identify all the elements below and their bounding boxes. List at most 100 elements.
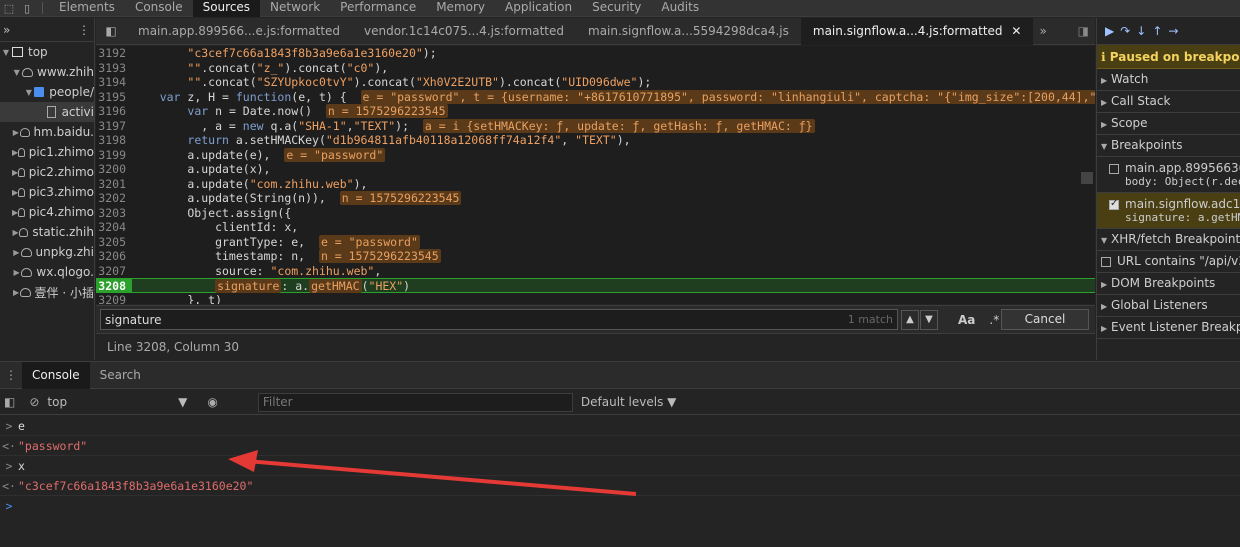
close-icon[interactable]: ✕ [1011, 24, 1021, 38]
line-number[interactable]: 3200 [96, 162, 132, 177]
code-line[interactable]: 3193 "".concat("z_").concat("c0"), [96, 61, 1095, 76]
code-line[interactable]: 3194 "".concat("SZYUpkoc0tvY").concat("X… [96, 75, 1095, 90]
code-line[interactable]: 3201 a.update("com.zhihu.web"), [96, 177, 1095, 192]
clear-console-icon[interactable]: ⊘ [29, 395, 39, 409]
line-number[interactable]: 3196 [96, 104, 132, 119]
tree-item[interactable]: activi [0, 102, 94, 122]
toggle-navigator-icon[interactable]: ◧ [96, 24, 126, 38]
tab-audits[interactable]: Audits [651, 0, 709, 17]
xhr-breakpoint-item[interactable]: URL contains "/api/v3/c [1097, 251, 1240, 273]
step-over-icon[interactable]: ↷ [1120, 24, 1130, 38]
editor-tab[interactable]: main.app.899566...e.js:formatted [126, 18, 352, 45]
code-line[interactable]: 3203 Object.assign({ [96, 206, 1095, 221]
tab-memory[interactable]: Memory [426, 0, 495, 17]
section-dom-breakpoints[interactable]: ▶ DOM Breakpoints [1097, 273, 1240, 295]
line-number[interactable]: 3203 [96, 206, 132, 221]
tree-item[interactable]: ▶ 壹伴 · 小插 [0, 282, 94, 302]
tree-item[interactable]: ▶ pic4.zhimo [0, 202, 94, 222]
code-line[interactable]: 3200 a.update(x), [96, 162, 1095, 177]
editor-tab-active[interactable]: main.signflow.a...4.js:formatted ✕ [800, 17, 1034, 45]
step-out-icon[interactable]: ↑ [1152, 24, 1162, 38]
toggle-debugger-icon[interactable]: ◨ [1078, 24, 1089, 38]
tree-item[interactable]: ▶ pic2.zhimo [0, 162, 94, 182]
tree-item[interactable]: ▶ unpkg.zhi [0, 242, 94, 262]
section-scope[interactable]: ▶ Scope [1097, 113, 1240, 135]
tree-item[interactable]: ▶ pic3.zhimo [0, 182, 94, 202]
step-into-icon[interactable]: ↓ [1136, 24, 1146, 38]
section-xhr-breakpoints[interactable]: ▼ XHR/fetch Breakpoints [1097, 229, 1240, 251]
tree-item[interactable]: ▼ top [0, 42, 94, 62]
drawer-tab-search[interactable]: Search [90, 362, 151, 389]
chevron-right-icon[interactable]: ▶ [12, 288, 20, 297]
code-line[interactable]: 3192 "c3cef7c66a1843f8b3a9e6a1e3160e20")… [96, 46, 1095, 61]
code-line[interactable]: 3195 var z, H = function(e, t) { e = "pa… [96, 89, 1095, 105]
code-line[interactable]: 3199 a.update(e), e = "password" [96, 147, 1095, 163]
section-global-listeners[interactable]: ▶ Global Listeners [1097, 295, 1240, 317]
drawer-menu-icon[interactable]: ⋮ [0, 368, 22, 382]
live-expression-eye-icon[interactable]: ◉ [207, 395, 217, 409]
code-line[interactable]: 3196 var n = Date.now() n = 157529622354… [96, 104, 1095, 119]
breakpoint-checkbox[interactable] [1109, 163, 1119, 174]
tree-item[interactable]: ▶ pic1.zhimo [0, 142, 94, 162]
breakpoint-item[interactable]: main.app.8995663608 body: Object(r.dec [1097, 157, 1240, 193]
tree-item[interactable]: ▼ people/ [0, 82, 94, 102]
chevron-down-icon[interactable]: ▼ [0, 48, 12, 57]
filter-input[interactable]: Filter [257, 392, 573, 412]
more-tabs-icon[interactable]: » [3, 23, 10, 37]
line-number[interactable]: 3209 [96, 293, 132, 305]
more-options-icon[interactable]: ⋮ [78, 23, 90, 37]
line-number[interactable]: 3201 [96, 177, 132, 192]
search-input[interactable]: signature 1 match [100, 309, 898, 330]
chevron-right-icon[interactable]: ▶ [12, 248, 21, 257]
resume-icon[interactable]: ▶ [1105, 24, 1114, 38]
breakpoint-checkbox[interactable] [1109, 198, 1119, 210]
code-line[interactable]: 3206 timestamp: n, n = 1575296223545 [96, 249, 1095, 264]
tab-elements[interactable]: Elements [49, 0, 125, 17]
line-number[interactable]: 3199 [96, 148, 132, 163]
section-call-stack[interactable]: ▶ Call Stack [1097, 91, 1240, 113]
line-number[interactable]: 3192 [96, 46, 132, 61]
tab-performance[interactable]: Performance [330, 0, 426, 17]
editor-tab[interactable]: vendor.1c14c075...4.js:formatted [352, 18, 576, 45]
line-number[interactable]: 3193 [96, 61, 132, 76]
next-match-button[interactable]: ▼ [920, 309, 938, 330]
cancel-button[interactable]: Cancel [1001, 309, 1089, 330]
code-line[interactable]: 3198 return a.setHMACKey("d1b964811afb40… [96, 133, 1095, 148]
chevron-down-icon[interactable]: ▼ [12, 68, 22, 77]
editor-tab[interactable]: main.signflow.a...5594298dca4.js [576, 18, 801, 45]
line-number[interactable]: 3195 [96, 90, 132, 105]
sidebar-toggle-icon[interactable]: ◧ [4, 395, 15, 409]
breakpoint-item-active[interactable]: main.signflow.adc1979 signature: a.getHM [1097, 193, 1240, 229]
previous-match-button[interactable]: ▲ [901, 309, 919, 330]
section-watch[interactable]: ▶ Watch [1097, 69, 1240, 91]
more-tabs-icon[interactable]: » [1033, 24, 1052, 38]
code-line[interactable]: 3207 source: "com.zhihu.web", [96, 264, 1095, 279]
code-line[interactable]: 3204 clientId: x, [96, 220, 1095, 235]
line-number[interactable]: 3207 [96, 264, 132, 279]
context-selector[interactable]: top ▼ [47, 395, 187, 409]
line-number[interactable]: 3208 [96, 279, 132, 293]
drawer-tab-console[interactable]: Console [22, 361, 90, 389]
line-number[interactable]: 3198 [96, 133, 132, 148]
line-number[interactable]: 3194 [96, 75, 132, 90]
editor-scrollbar[interactable] [1081, 172, 1093, 184]
log-levels-dropdown[interactable]: Default levels ▼ [581, 395, 677, 409]
line-number[interactable]: 3206 [96, 249, 132, 264]
chevron-down-icon[interactable]: ▼ [24, 88, 34, 97]
tab-application[interactable]: Application [495, 0, 582, 17]
tree-item[interactable]: ▼ www.zhih [0, 62, 94, 82]
console-output[interactable]: > e <· "password" > x <· "c3cef7c66a1843f8b3a9e… [0, 416, 1240, 547]
current-code-line[interactable]: 3208 signature: a. getHMAC ("HEX") [96, 278, 1095, 293]
step-icon[interactable]: → [1168, 24, 1178, 38]
tree-item[interactable]: ▶ static.zhih [0, 222, 94, 242]
line-number[interactable]: 3202 [96, 191, 132, 206]
tab-sources[interactable]: Sources [192, 0, 261, 17]
match-case-button[interactable]: Aa [958, 313, 975, 327]
device-toolbar-icon[interactable]: ▯ [18, 0, 36, 17]
line-number[interactable]: 3197 [96, 119, 132, 134]
code-line[interactable]: 3197 , a = new q.a("SHA-1","TEXT"); a = … [96, 118, 1095, 134]
code-line[interactable]: 3209 }, t) [96, 293, 1095, 305]
line-number[interactable]: 3205 [96, 235, 132, 250]
inspect-element-icon[interactable]: ⬚ [0, 0, 18, 17]
tree-item[interactable]: ▶ hm.baidu. [0, 122, 94, 142]
